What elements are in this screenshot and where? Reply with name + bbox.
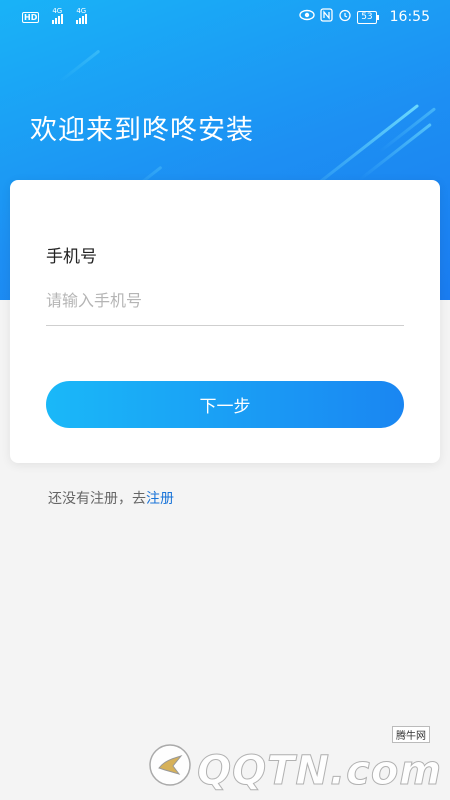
site-watermark: 腾牛网 QQTN.com bbox=[149, 726, 442, 795]
battery-icon: 53 bbox=[357, 10, 380, 24]
decorative-streak bbox=[359, 122, 432, 181]
nfc-icon bbox=[320, 8, 333, 26]
phone-input[interactable] bbox=[46, 276, 404, 326]
signal-icon: 4G bbox=[76, 7, 88, 24]
welcome-title: 欢迎来到咚咚安装 bbox=[30, 115, 254, 146]
status-bar-left: HD 4G 4G bbox=[22, 7, 88, 24]
status-bar: HD 4G 4G 53 16:55 bbox=[0, 0, 450, 34]
watermark-text: QQTN.com bbox=[197, 748, 442, 795]
decorative-streak bbox=[59, 49, 101, 83]
clock-time: 16:55 bbox=[389, 9, 430, 25]
watermark-tag: 腾牛网 bbox=[392, 726, 430, 743]
register-link[interactable]: 注册 bbox=[146, 491, 174, 507]
signal-icon: 4G bbox=[52, 7, 64, 24]
alarm-icon bbox=[338, 8, 352, 26]
login-card: 手机号 下一步 bbox=[10, 180, 440, 463]
next-step-button[interactable]: 下一步 bbox=[46, 381, 404, 428]
register-prompt: 还没有注册，去注册 bbox=[48, 488, 174, 508]
watermark-logo-icon bbox=[147, 742, 193, 792]
hd-icon: HD bbox=[22, 11, 40, 23]
network-type-label: 4G bbox=[76, 7, 87, 15]
phone-label: 手机号 bbox=[46, 247, 97, 267]
register-prompt-text: 还没有注册，去 bbox=[48, 491, 146, 507]
status-bar-right: 53 16:55 bbox=[299, 8, 430, 26]
eye-comfort-icon bbox=[299, 9, 315, 25]
network-type-label: 4G bbox=[52, 7, 63, 15]
